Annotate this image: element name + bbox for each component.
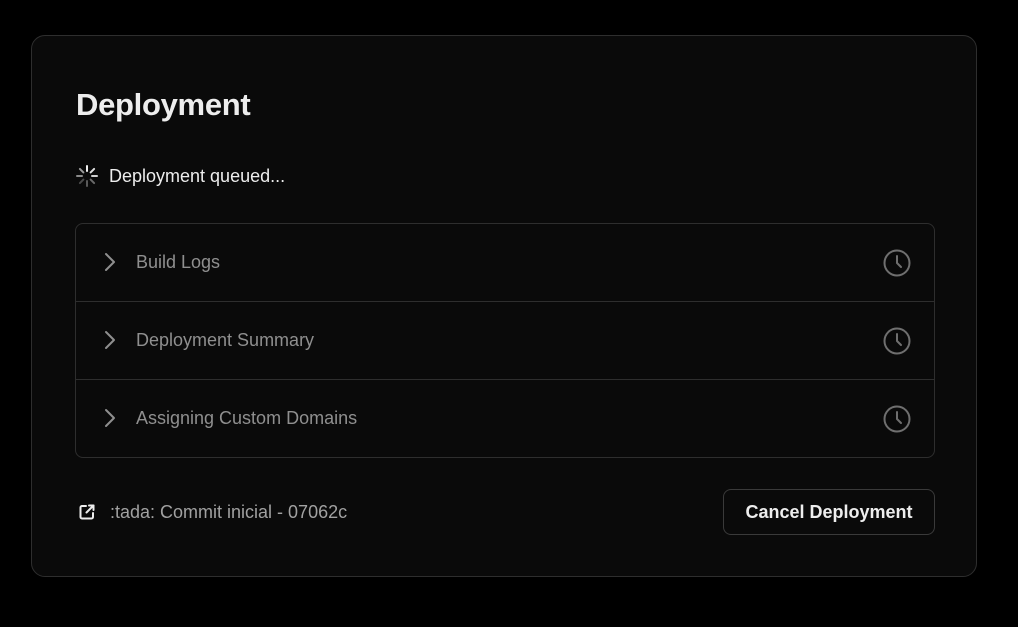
- deployment-steps: Build Logs Deployment Summary Assigning …: [75, 223, 935, 458]
- cancel-deployment-button[interactable]: Cancel Deployment: [723, 489, 935, 535]
- deployment-status: Deployment queued...: [75, 163, 285, 189]
- clock-icon: [882, 404, 912, 434]
- spinner-icon: [75, 164, 99, 188]
- clock-icon: [882, 248, 912, 278]
- step-label: Assigning Custom Domains: [136, 408, 358, 428]
- chevron-right-icon: [100, 407, 120, 429]
- chevron-right-icon: [100, 251, 120, 273]
- status-text: Deployment queued...: [109, 165, 286, 186]
- clock-icon: [882, 326, 912, 356]
- commit-link[interactable]: :tada: Commit inicial - 07062c: [78, 498, 347, 526]
- deployment-card: Deployment Deployment queued... Build Lo…: [31, 35, 977, 577]
- step-assigning-domains[interactable]: Assigning Custom Domains: [76, 379, 934, 457]
- step-deployment-summary[interactable]: Deployment Summary: [76, 301, 934, 379]
- page-title: Deployment: [76, 87, 251, 122]
- step-label: Deployment Summary: [136, 330, 315, 350]
- chevron-right-icon: [100, 329, 120, 351]
- step-label: Build Logs: [136, 252, 221, 272]
- step-build-logs[interactable]: Build Logs: [76, 224, 934, 301]
- commit-text: :tada: Commit inicial - 07062c: [110, 501, 348, 522]
- external-link-icon: [78, 503, 96, 521]
